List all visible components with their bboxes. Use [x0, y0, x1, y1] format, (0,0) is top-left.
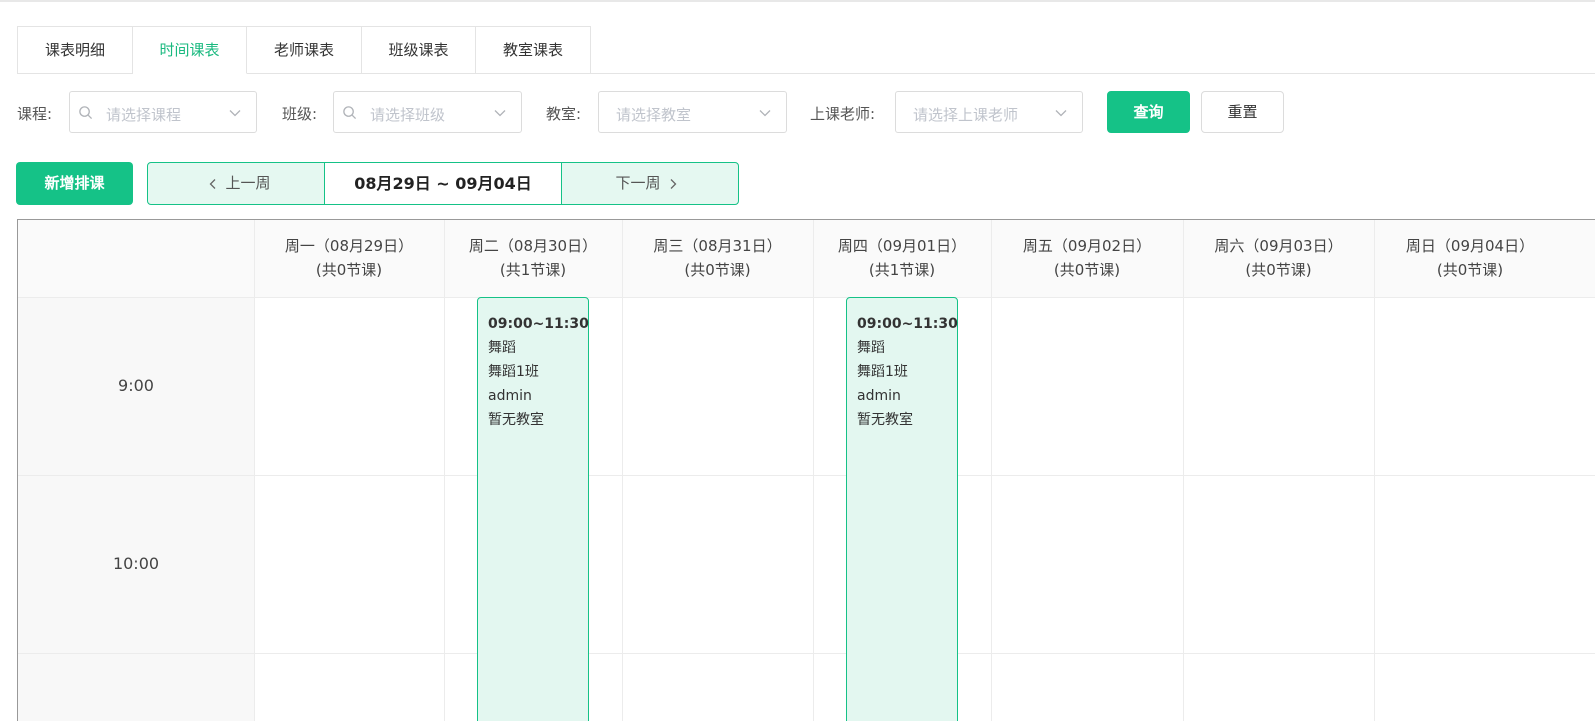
class-select[interactable]: 请选择班级	[333, 91, 522, 133]
room-select-placeholder: 请选择教室	[616, 106, 692, 124]
top-divider	[0, 0, 1595, 2]
chevron-down-icon	[494, 110, 506, 117]
prev-week-button[interactable]: 上一周	[148, 163, 324, 204]
search-icon	[343, 106, 357, 120]
grid-line	[18, 297, 1595, 298]
view-tabs: 课表明细 时间课表 老师课表 班级课表 教室课表	[17, 26, 1595, 74]
day-header: 周五（09月02日） (共0节课)	[991, 220, 1183, 297]
lesson-class: 舞蹈1班	[857, 364, 908, 380]
day-header: 周六（09月03日） (共0节课)	[1183, 220, 1374, 297]
week-navigator: 上一周 08月29日 ~ 09月04日 下一周	[147, 162, 739, 205]
time-slot-label: 10:00	[112, 554, 160, 573]
course-select[interactable]: 请选择课程	[69, 91, 257, 133]
day-header: 周日（09月04日） (共0节课)	[1374, 220, 1566, 297]
day-header: 周四（09月01日） (共1节课)	[813, 220, 991, 297]
day-count: (共0节课)	[315, 261, 383, 279]
room-filter-label: 教室:	[546, 105, 582, 123]
course-select-placeholder: 请选择课程	[106, 106, 182, 124]
lesson-course: 舞蹈	[857, 340, 885, 356]
add-schedule-button[interactable]: 新增排课	[16, 162, 133, 205]
lesson-room: 暂无教室	[857, 412, 913, 428]
lesson-teacher: admin	[488, 388, 532, 404]
tab-time-schedule[interactable]: 时间课表	[133, 26, 247, 74]
lesson-course: 舞蹈	[488, 340, 516, 356]
day-title: 周六（09月03日）	[1214, 237, 1343, 255]
class-filter-label: 班级:	[282, 105, 318, 123]
class-select-placeholder: 请选择班级	[370, 106, 446, 124]
lesson-card[interactable]: 09:00~11:30 舞蹈 舞蹈1班 admin 暂无教室	[846, 297, 958, 721]
chevron-left-icon	[210, 178, 216, 189]
next-week-label: 下一周	[615, 174, 661, 192]
lesson-card[interactable]: 09:00~11:30 舞蹈 舞蹈1班 admin 暂无教室	[477, 297, 589, 721]
tab-teacher-schedule[interactable]: 老师课表	[247, 26, 362, 74]
day-header: 周二（08月30日） (共1节课)	[444, 220, 622, 297]
day-header: 周一（08月29日） (共0节课)	[254, 220, 444, 297]
reset-button[interactable]: 重置	[1201, 91, 1284, 133]
lesson-time: 09:00~11:30	[488, 316, 589, 332]
day-title: 周二（08月30日）	[468, 237, 598, 255]
grid-line	[18, 653, 1595, 654]
day-header: 周三（08月31日） (共0节课)	[622, 220, 813, 297]
course-filter-label: 课程:	[17, 105, 53, 123]
day-count: (共0节课)	[1053, 261, 1121, 279]
day-count: (共1节课)	[868, 261, 936, 279]
lesson-room: 暂无教室	[488, 412, 544, 428]
day-count: (共0节课)	[1245, 261, 1312, 279]
chevron-down-icon	[229, 110, 241, 117]
day-count: (共0节课)	[684, 261, 751, 279]
tab-detail[interactable]: 课表明细	[17, 26, 133, 74]
lesson-teacher: admin	[857, 388, 901, 404]
chevron-down-icon	[759, 110, 771, 117]
day-count: (共1节课)	[499, 261, 567, 279]
day-title: 周四（09月01日）	[837, 237, 967, 255]
chevron-right-icon	[670, 178, 676, 189]
teacher-select[interactable]: 请选择上课老师	[895, 91, 1083, 133]
search-icon	[79, 106, 93, 120]
tab-class-schedule[interactable]: 班级课表	[362, 26, 476, 74]
room-select[interactable]: 请选择教室	[598, 91, 787, 133]
day-title: 周一（08月29日）	[284, 237, 414, 255]
chevron-down-icon	[1055, 110, 1067, 117]
teacher-filter-label: 上课老师:	[810, 105, 876, 123]
tab-classroom-schedule[interactable]: 教室课表	[476, 26, 591, 74]
lesson-class: 舞蹈1班	[488, 364, 539, 380]
teacher-select-placeholder: 请选择上课老师	[913, 106, 1019, 124]
day-title: 周日（09月04日）	[1405, 237, 1535, 255]
query-button[interactable]: 查询	[1107, 91, 1190, 133]
schedule-grid: 周一（08月29日） (共0节课) 周二（08月30日） (共1节课) 周三（08月…	[17, 219, 1595, 721]
day-count: (共0节课)	[1436, 261, 1504, 279]
week-range: 08月29日 ~ 09月04日	[324, 163, 562, 204]
day-title: 周三（08月31日）	[653, 237, 782, 255]
day-title: 周五（09月02日）	[1022, 237, 1152, 255]
prev-week-label: 上一周	[225, 174, 271, 192]
time-slot-label: 9:00	[118, 376, 154, 395]
next-week-button[interactable]: 下一周	[562, 163, 738, 204]
lesson-time: 09:00~11:30	[857, 316, 958, 332]
grid-line	[18, 475, 1595, 476]
